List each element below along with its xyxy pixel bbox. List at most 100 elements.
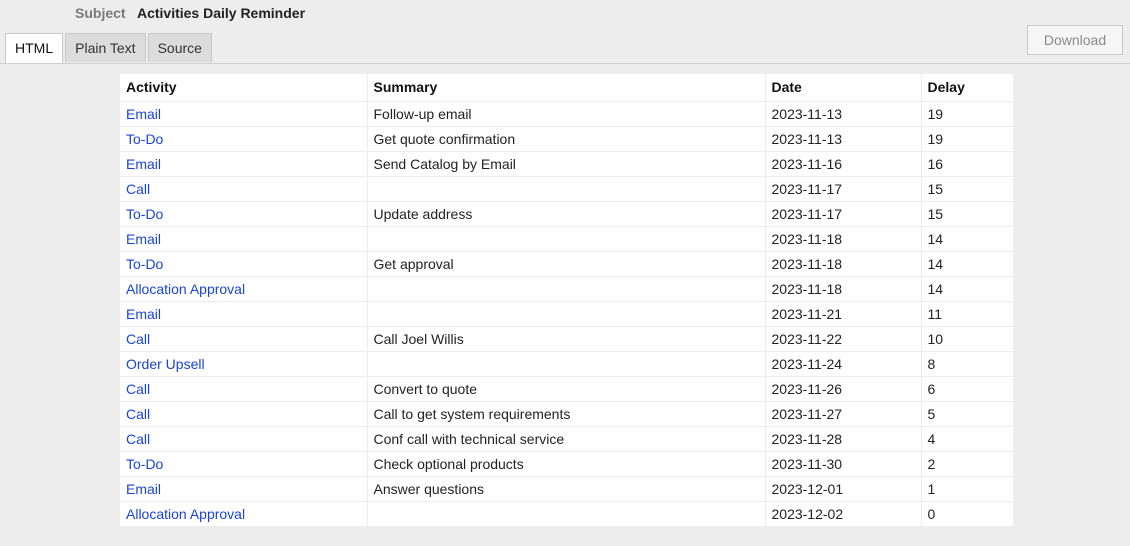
table-row: Call Conf call with technical service 2023… bbox=[120, 426, 1013, 452]
date-cell: 2023-11-16 bbox=[764, 151, 921, 177]
activity-link[interactable]: Call bbox=[120, 326, 367, 352]
delay-cell: 11 bbox=[920, 301, 1013, 327]
activity-link[interactable]: To-Do bbox=[120, 126, 367, 152]
activity-link[interactable]: To-Do bbox=[120, 251, 367, 277]
date-cell: 2023-11-17 bbox=[764, 201, 921, 227]
table-row: Call Call to get system requirements 2023-… bbox=[120, 401, 1013, 427]
email-subject: Subject Activities Daily Reminder bbox=[75, 5, 305, 21]
summary-cell bbox=[366, 351, 765, 377]
delay-cell: 16 bbox=[920, 151, 1013, 177]
table-row: Order Upsell 2023-11-24 8 bbox=[120, 351, 1013, 377]
table-row: To-Do Update address 2023-11-17 15 bbox=[120, 201, 1013, 227]
activities-table: Activity Summary Date Delay Email Follow-… bbox=[120, 74, 1013, 527]
tab-plain-text[interactable]: Plain Text bbox=[65, 33, 146, 62]
activity-link[interactable]: To-Do bbox=[120, 201, 367, 227]
header-delay: Delay bbox=[920, 74, 1013, 102]
table-row: Email 2023-11-21 11 bbox=[120, 301, 1013, 327]
activity-link[interactable]: Email bbox=[120, 101, 367, 127]
subject-value: Activities Daily Reminder bbox=[136, 5, 306, 21]
header-summary: Summary bbox=[366, 74, 765, 102]
table-row: Email Follow-up email 2023-11-13 19 bbox=[120, 101, 1013, 127]
activity-link[interactable]: Call bbox=[120, 401, 367, 427]
activity-link[interactable]: Email bbox=[120, 476, 367, 502]
summary-cell: Convert to quote bbox=[366, 376, 765, 402]
activity-link[interactable]: Order Upsell bbox=[120, 351, 367, 377]
date-cell: 2023-12-02 bbox=[764, 501, 921, 527]
table-body: Email Follow-up email 2023-11-13 19 To-Do Get… bbox=[120, 101, 1013, 527]
delay-cell: 10 bbox=[920, 326, 1013, 352]
summary-cell: Update address bbox=[366, 201, 765, 227]
table-row: Call Call Joel Willis 2023-11-22 10 bbox=[120, 326, 1013, 352]
delay-cell: 19 bbox=[920, 101, 1013, 127]
summary-cell bbox=[366, 276, 765, 302]
date-cell: 2023-11-30 bbox=[764, 451, 921, 477]
delay-cell: 0 bbox=[920, 501, 1013, 527]
date-cell: 2023-11-18 bbox=[764, 226, 921, 252]
table-header-row: Activity Summary Date Delay bbox=[120, 74, 1013, 102]
table-row: To-Do Get quote confirmation 2023-11-13 19 bbox=[120, 126, 1013, 152]
delay-cell: 19 bbox=[920, 126, 1013, 152]
table-row: Email Answer questions 2023-12-01 1 bbox=[120, 476, 1013, 502]
delay-cell: 8 bbox=[920, 351, 1013, 377]
date-cell: 2023-11-13 bbox=[764, 101, 921, 127]
summary-cell: Send Catalog by Email bbox=[366, 151, 765, 177]
summary-cell: Get quote confirmation bbox=[366, 126, 765, 152]
date-cell: 2023-11-26 bbox=[764, 376, 921, 402]
summary-cell: Call to get system requirements bbox=[366, 401, 765, 427]
date-cell: 2023-11-27 bbox=[764, 401, 921, 427]
delay-cell: 5 bbox=[920, 401, 1013, 427]
tab-html[interactable]: HTML bbox=[5, 33, 64, 64]
date-cell: 2023-12-01 bbox=[764, 476, 921, 502]
summary-cell bbox=[366, 301, 765, 327]
delay-cell: 6 bbox=[920, 376, 1013, 402]
date-cell: 2023-11-18 bbox=[764, 251, 921, 277]
activity-link[interactable]: Call bbox=[120, 176, 367, 202]
table-row: Email 2023-11-18 14 bbox=[120, 226, 1013, 252]
email-body: Activity Summary Date Delay Email Follow-… bbox=[120, 74, 1013, 527]
tab-divider bbox=[0, 63, 1130, 64]
table-row: Allocation Approval 2023-12-02 0 bbox=[120, 501, 1013, 527]
summary-cell bbox=[366, 501, 765, 527]
activity-link[interactable]: Email bbox=[120, 151, 367, 177]
activity-link[interactable]: Allocation Approval bbox=[120, 501, 367, 527]
activity-link[interactable]: Call bbox=[120, 376, 367, 402]
summary-cell: Answer questions bbox=[366, 476, 765, 502]
date-cell: 2023-11-24 bbox=[764, 351, 921, 377]
delay-cell: 4 bbox=[920, 426, 1013, 452]
header-activity: Activity bbox=[120, 74, 367, 102]
view-tabs: HTML Plain Text Source bbox=[5, 33, 214, 64]
table-row: Allocation Approval 2023-11-18 14 bbox=[120, 276, 1013, 302]
delay-cell: 2 bbox=[920, 451, 1013, 477]
activity-link[interactable]: Email bbox=[120, 226, 367, 252]
table-row: Email Send Catalog by Email 2023-11-16 16 bbox=[120, 151, 1013, 177]
summary-cell bbox=[366, 176, 765, 202]
date-cell: 2023-11-21 bbox=[764, 301, 921, 327]
delay-cell: 15 bbox=[920, 176, 1013, 202]
delay-cell: 14 bbox=[920, 226, 1013, 252]
date-cell: 2023-11-17 bbox=[764, 176, 921, 202]
tab-source[interactable]: Source bbox=[147, 33, 212, 62]
header-date: Date bbox=[764, 74, 921, 102]
summary-cell: Conf call with technical service bbox=[366, 426, 765, 452]
delay-cell: 15 bbox=[920, 201, 1013, 227]
summary-cell: Check optional products bbox=[366, 451, 765, 477]
delay-cell: 14 bbox=[920, 276, 1013, 302]
activity-link[interactable]: Allocation Approval bbox=[120, 276, 367, 302]
activity-link[interactable]: Email bbox=[120, 301, 367, 327]
date-cell: 2023-11-22 bbox=[764, 326, 921, 352]
date-cell: 2023-11-13 bbox=[764, 126, 921, 152]
summary-cell: Get approval bbox=[366, 251, 765, 277]
summary-cell: Call Joel Willis bbox=[366, 326, 765, 352]
date-cell: 2023-11-28 bbox=[764, 426, 921, 452]
delay-cell: 1 bbox=[920, 476, 1013, 502]
activity-link[interactable]: Call bbox=[120, 426, 367, 452]
download-button[interactable]: Download bbox=[1027, 25, 1123, 55]
table-row: Call Convert to quote 2023-11-26 6 bbox=[120, 376, 1013, 402]
table-row: To-Do Get approval 2023-11-18 14 bbox=[120, 251, 1013, 277]
subject-label: Subject bbox=[75, 5, 126, 21]
activity-link[interactable]: To-Do bbox=[120, 451, 367, 477]
delay-cell: 14 bbox=[920, 251, 1013, 277]
summary-cell: Follow-up email bbox=[366, 101, 765, 127]
date-cell: 2023-11-18 bbox=[764, 276, 921, 302]
summary-cell bbox=[366, 226, 765, 252]
